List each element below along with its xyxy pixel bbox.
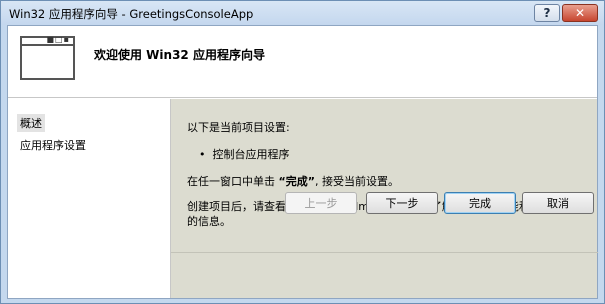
finish-button[interactable]: 完成 bbox=[444, 192, 516, 214]
close-button[interactable]: ✕ bbox=[562, 4, 598, 22]
next-button[interactable]: 下一步 bbox=[366, 192, 438, 214]
sidebar-item-app-settings[interactable]: 应用程序设置 bbox=[17, 136, 89, 154]
sidebar-item-overview[interactable]: 概述 bbox=[17, 114, 45, 132]
cancel-button[interactable]: 取消 bbox=[522, 192, 594, 214]
finish-instruction-end: , 接受当前设置。 bbox=[314, 175, 399, 188]
prev-button[interactable]: 上一步 bbox=[285, 192, 357, 214]
wizard-client-area: ■□▪ 欢迎使用 Win32 应用程序向导 概述 应用程序设置 以下是当前项目设… bbox=[7, 25, 598, 299]
settings-intro: 以下是当前项目设置: bbox=[187, 121, 290, 134]
help-icon: ? bbox=[543, 6, 551, 20]
bullet-text: 控制台应用程序 bbox=[212, 148, 290, 161]
finish-instruction: 在任一窗口中单击 “完成”, 接受当前设置。 bbox=[187, 173, 399, 189]
wizard-sidebar: 概述 应用程序设置 bbox=[8, 99, 170, 298]
banner-title: 欢迎使用 Win32 应用程序向导 bbox=[94, 48, 265, 62]
footer-divider bbox=[171, 252, 598, 253]
help-button[interactable]: ? bbox=[534, 4, 560, 22]
window-title: Win32 应用程序向导 - GreetingsConsoleApp bbox=[9, 7, 254, 21]
bullet-icon: • bbox=[199, 148, 213, 161]
finish-instruction-bold: “完成” bbox=[278, 175, 315, 188]
wizard-banner: ■□▪ 欢迎使用 Win32 应用程序向导 bbox=[8, 26, 597, 98]
wizard-window: Win32 应用程序向导 - GreetingsConsoleApp ? ✕ ■… bbox=[0, 0, 605, 304]
finish-instruction-start: 在任一窗口中单击 bbox=[187, 175, 279, 188]
title-bar[interactable]: Win32 应用程序向导 - GreetingsConsoleApp ? ✕ bbox=[1, 1, 604, 25]
settings-bullet-item: • 控制台应用程序 bbox=[199, 146, 289, 162]
console-window-icon: ■□▪ bbox=[20, 36, 75, 80]
console-window-icon-dots: ■□▪ bbox=[46, 35, 70, 44]
close-icon: ✕ bbox=[574, 6, 586, 20]
